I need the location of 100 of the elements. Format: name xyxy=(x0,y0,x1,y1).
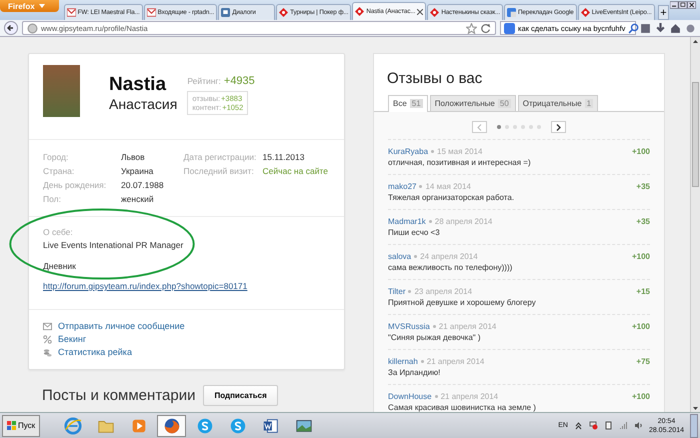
info-label: Город: xyxy=(43,152,70,162)
bullet-icon xyxy=(420,360,424,363)
review-date: 21 апреля 2014 xyxy=(438,322,496,331)
window-controls-icon[interactable] xyxy=(670,0,696,10)
firefox-icon xyxy=(162,416,181,434)
skype-icon xyxy=(196,416,214,434)
review-filter-tab[interactable]: Все 51 xyxy=(388,95,428,112)
speaker-icon[interactable] xyxy=(634,421,643,430)
review-text: Приятной девушке и хорошему блогеру xyxy=(388,298,537,307)
diamond-icon xyxy=(430,8,440,17)
review-author[interactable]: Tilter xyxy=(388,287,406,296)
reload-icon[interactable] xyxy=(480,22,491,34)
coins-icon xyxy=(43,348,52,356)
profile-action-link[interactable]: Отправить личное сообщение xyxy=(58,321,185,331)
mail-icon xyxy=(146,8,156,17)
bullet-icon xyxy=(428,220,432,223)
pager-dot[interactable] xyxy=(497,125,501,129)
profile-action-link[interactable]: Бекинг xyxy=(58,334,86,344)
review-author[interactable]: KuraRyaba xyxy=(388,147,428,156)
device-icon[interactable] xyxy=(604,421,613,430)
review-text: Самая красивая шовинистка на земле ) xyxy=(388,403,537,412)
review-text: За Ирландию! xyxy=(388,368,442,377)
rating-label: Рейтинг: xyxy=(187,76,221,86)
review-score: +100 xyxy=(632,252,650,261)
chevron-left-icon xyxy=(477,124,482,130)
diamond-icon xyxy=(355,7,364,16)
diamond-icon xyxy=(580,8,590,17)
download-icon[interactable] xyxy=(655,22,666,34)
profile-action-link[interactable]: Статистика рейка xyxy=(58,347,132,357)
chevron-right-icon xyxy=(556,124,561,130)
envelope-icon xyxy=(43,322,52,330)
info-value: Сейчас на сайте xyxy=(262,166,328,176)
review-score: +75 xyxy=(636,357,650,366)
signal-icon[interactable] xyxy=(618,421,628,430)
info-label: Последний визит: xyxy=(184,166,255,176)
subscribe-button[interactable]: Подписаться xyxy=(203,385,278,406)
review-text: Тяжелая организаторская работа. xyxy=(388,193,516,202)
info-value: Львов xyxy=(121,152,146,162)
search-engine-icon xyxy=(504,22,515,34)
review-filter-tab[interactable]: Положительные 50 xyxy=(430,95,516,111)
review-date: 14 мая 2014 xyxy=(425,182,471,191)
info-value: 15.11.2013 xyxy=(262,152,306,162)
skype-icon xyxy=(228,416,247,434)
review-score: +100 xyxy=(632,147,650,156)
chevron-up-icon[interactable] xyxy=(574,421,583,430)
new-tab-button[interactable]: + xyxy=(658,5,670,20)
scrollbar[interactable] xyxy=(690,37,700,413)
back-button-icon[interactable] xyxy=(4,21,18,35)
home-icon[interactable] xyxy=(670,22,681,34)
review-score: +100 xyxy=(632,392,650,401)
info-value: Украина xyxy=(121,166,154,176)
bullet-icon xyxy=(432,325,436,328)
info-value: женский xyxy=(121,194,155,204)
windows-logo-icon xyxy=(7,421,16,430)
browser-e-icon xyxy=(64,416,82,434)
bullet-icon xyxy=(419,185,422,188)
review-score: +35 xyxy=(636,217,650,226)
review-author[interactable]: killernah xyxy=(388,357,418,366)
review-date: 28 апреля 2014 xyxy=(434,217,492,226)
next-button[interactable] xyxy=(551,121,566,133)
review-author[interactable]: Madmar1k xyxy=(388,217,426,226)
close-icon[interactable] xyxy=(417,8,424,14)
review-text: сама вежливость по телефону)))) xyxy=(388,263,514,272)
info-label: День рождения: xyxy=(43,180,108,190)
review-score: +15 xyxy=(636,287,650,296)
review-score: +100 xyxy=(632,322,650,331)
play-icon xyxy=(130,416,148,434)
section-title: Посты и комментарии xyxy=(42,387,196,404)
review-score: +35 xyxy=(636,182,650,191)
bullet-icon xyxy=(434,395,438,398)
start-button[interactable]: Пуск xyxy=(2,414,40,436)
review-date: 24 апреля 2014 xyxy=(420,252,478,261)
review-date: 21 апреля 2014 xyxy=(426,357,484,366)
scrollbar-thumb[interactable] xyxy=(692,82,699,187)
review-author[interactable]: mako27 xyxy=(388,182,416,191)
review-text: Пиши есчо <3 xyxy=(388,228,441,237)
about-text: Live Events Intenational PR Manager xyxy=(43,240,184,250)
info-label: Страна: xyxy=(43,166,76,176)
review-author[interactable]: salova xyxy=(388,252,412,261)
search-icon[interactable] xyxy=(628,22,640,34)
bullet-icon xyxy=(408,290,412,293)
about-label: О себе: xyxy=(43,227,73,237)
taskbar-app-button[interactable] xyxy=(157,414,186,436)
review-author[interactable]: DownHouse xyxy=(388,392,432,401)
mail-icon xyxy=(66,8,76,17)
diary-link[interactable]: http://forum.gipsyteam.ru/index.php?showtopic=80171 xyxy=(43,281,248,291)
review-filter-tab[interactable]: Отрицательные 1 xyxy=(518,95,598,111)
document-icon xyxy=(262,416,280,434)
info-label: Пол: xyxy=(43,194,62,204)
caret-icon xyxy=(38,4,45,8)
diamond-icon xyxy=(279,8,288,17)
bullet-icon xyxy=(431,150,434,153)
review-author[interactable]: MVSRussia xyxy=(388,322,430,331)
panel-title: Отзывы о вас xyxy=(386,69,484,89)
star-icon[interactable] xyxy=(466,22,477,34)
review-date: 23 апреля 2014 xyxy=(414,287,472,296)
info-value: 20.07.1988 xyxy=(121,180,164,190)
review-date: 15 мая 2014 xyxy=(437,147,482,156)
review-text: "Синяя рыжая девочка" ) xyxy=(388,333,482,342)
percent-icon xyxy=(43,334,52,344)
